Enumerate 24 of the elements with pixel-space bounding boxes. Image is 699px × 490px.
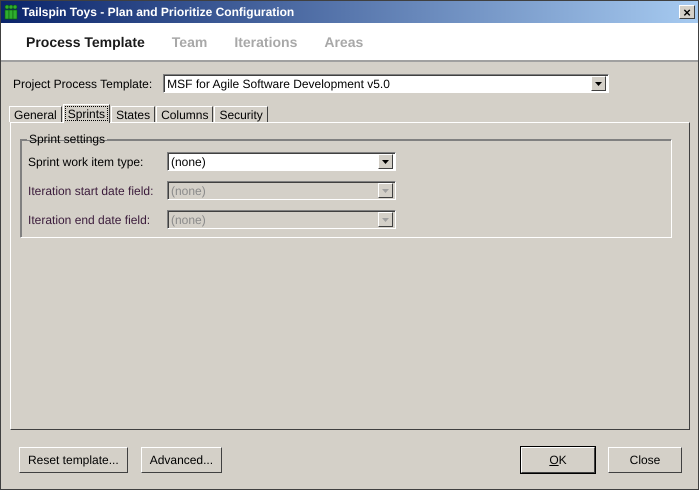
field-label: Sprint work item type: xyxy=(28,154,144,168)
dropdown[interactable]: MSF for Agile Software Development v5.0 xyxy=(163,74,610,93)
tab[interactable]: Sprints xyxy=(62,104,110,123)
caret-icon xyxy=(382,188,389,192)
window-title: Tailspin Toys - Plan and Prioritize Configuration xyxy=(22,5,296,19)
tab[interactable]: General xyxy=(9,106,62,122)
close-button[interactable]: Close xyxy=(608,446,682,472)
dropdown[interactable]: (none) xyxy=(167,152,396,171)
group-title: Sprint settings xyxy=(28,132,106,146)
dialog-button[interactable]: Reset template... xyxy=(19,446,128,472)
close-button[interactable]: × xyxy=(679,5,695,19)
tab[interactable]: States xyxy=(111,106,156,122)
ok-button[interactable]: OK xyxy=(521,446,595,472)
field-label: Iteration start date field: xyxy=(28,184,154,198)
dialog-button[interactable]: Advanced... xyxy=(140,446,222,472)
caret-icon xyxy=(595,82,602,86)
team-icon xyxy=(4,4,18,20)
nav-tab[interactable]: Process Template xyxy=(26,34,145,50)
field-label: Project Process Template: xyxy=(13,76,152,90)
caret-icon xyxy=(382,218,389,222)
field-label: Iteration end date field: xyxy=(28,212,152,226)
caret-icon xyxy=(382,160,389,164)
tab[interactable]: Columns xyxy=(156,106,214,122)
tab[interactable]: Security xyxy=(214,106,268,122)
